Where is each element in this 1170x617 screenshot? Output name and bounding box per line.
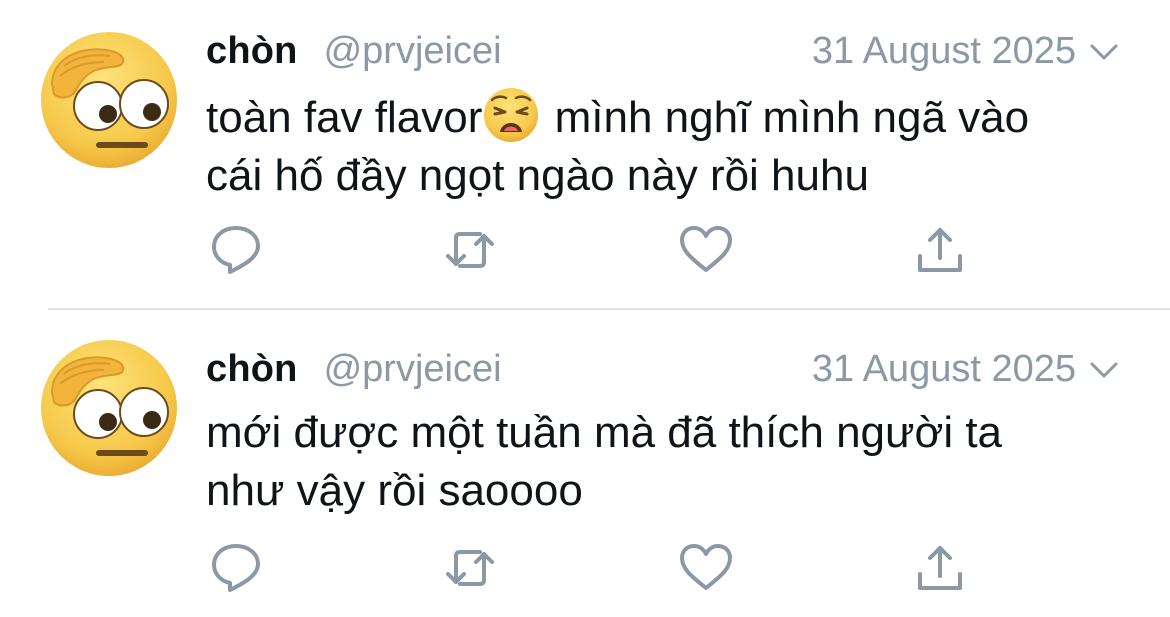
user-handle[interactable]: @prvjeicei (324, 30, 502, 73)
flushed-salute-emoji-icon (41, 340, 177, 476)
tweet-text-line-1: toàn fav flavor mình nghĩ mình ngã vào (206, 86, 1130, 147)
retweet-icon (446, 232, 494, 268)
display-name[interactable]: chòn (206, 348, 298, 391)
tweet-date[interactable]: 31 August 2025 (812, 30, 1076, 73)
flushed-salute-emoji-icon (41, 32, 177, 168)
display-name[interactable]: chòn (206, 30, 298, 73)
avatar[interactable] (34, 334, 180, 480)
retweet-button[interactable] (440, 538, 500, 598)
reply-button[interactable] (206, 220, 266, 280)
tweet-2[interactable]: chòn @prvjeicei 31 August 2025 mới được … (0, 310, 1170, 617)
tweet-text-line-1: mới được một tuần mà đã thích người ta (206, 408, 1003, 457)
share-button[interactable] (910, 538, 970, 598)
tweet-actions (0, 220, 1170, 280)
reply-icon (212, 544, 260, 592)
tweet-date[interactable]: 31 August 2025 (812, 348, 1076, 391)
tweet-text: toàn fav flavor mình nghĩ mình ngã vào c… (206, 86, 1130, 205)
tweet-text-segment: toàn fav flavor (206, 93, 483, 142)
tweet-header: chòn @prvjeicei 31 August 2025 (206, 346, 1130, 392)
heart-icon (680, 544, 732, 590)
reply-button[interactable] (206, 538, 266, 598)
chevron-down-icon[interactable] (1086, 34, 1122, 70)
avatar[interactable] (34, 26, 180, 172)
like-button[interactable] (676, 538, 736, 598)
like-button[interactable] (676, 220, 736, 280)
retweet-icon (446, 550, 494, 586)
reply-icon (212, 226, 260, 274)
weary-face-emoji-icon (482, 86, 540, 144)
tweet-header: chòn @prvjeicei 31 August 2025 (206, 28, 1130, 74)
retweet-button[interactable] (440, 220, 500, 280)
share-icon (918, 546, 962, 590)
heart-icon (680, 226, 732, 272)
share-button[interactable] (910, 220, 970, 280)
tweet-text-segment: mình nghĩ mình ngã vào (542, 93, 1030, 142)
tweet-text-line-2: cái hố đầy ngọt ngào này rồi huhu (206, 151, 869, 200)
tweet-1[interactable]: chòn @prvjeicei 31 August 2025 toàn fav … (0, 0, 1170, 308)
tweet-text-line-2: như vậy rồi saoooo (206, 466, 583, 515)
share-icon (918, 228, 962, 272)
tweet-text: mới được một tuần mà đã thích người ta n… (206, 404, 1130, 520)
tweet-actions (0, 538, 1170, 598)
chevron-down-icon[interactable] (1086, 352, 1122, 388)
user-handle[interactable]: @prvjeicei (324, 348, 502, 391)
